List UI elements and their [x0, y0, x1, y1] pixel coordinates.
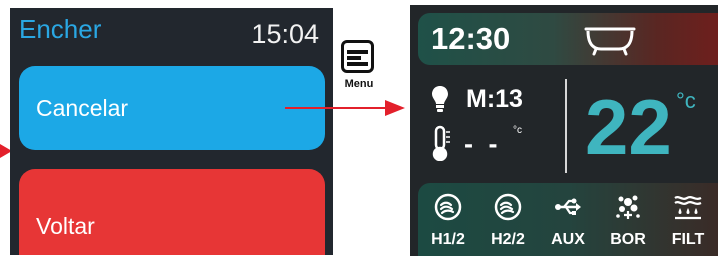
- clock-time: 12:30: [431, 21, 511, 56]
- menu-label: Menu: [344, 78, 374, 90]
- back-button-label: Voltar: [36, 212, 95, 239]
- bottom-item-h2[interactable]: H2/2: [478, 183, 538, 256]
- filter-waves-icon: [674, 196, 702, 220]
- bubbles-icon: [616, 195, 640, 219]
- bottom-bar: H1/2 H2/2 AUX BOR FILT: [418, 183, 718, 256]
- cancel-button-label: Cancelar: [36, 94, 129, 121]
- divider: [565, 79, 567, 173]
- water-temp-placeholder: - -: [464, 129, 502, 159]
- temperature-unit: °c: [676, 88, 696, 113]
- cancel-button[interactable]: Cancelar: [19, 66, 325, 150]
- bathtub-icon[interactable]: [583, 22, 637, 56]
- bottom-item-h1[interactable]: H1/2: [418, 183, 478, 256]
- right-screen: 12:30 M:13 - - °c 22 °c H1/2 H2/2 AUX BO…: [410, 5, 718, 256]
- temperature-value[interactable]: 22: [585, 88, 672, 166]
- bottom-item-label: H1/2: [431, 231, 465, 248]
- bottom-item-filt[interactable]: FILT: [658, 183, 718, 256]
- bottom-item-aux[interactable]: AUX: [538, 183, 598, 256]
- bottom-item-label: FILT: [671, 231, 705, 248]
- menu-button[interactable]: Menu: [337, 40, 381, 92]
- menu-icon: [341, 40, 374, 73]
- status-panel: M:13 - - °c 22 °c: [418, 73, 718, 175]
- bottom-item-bor[interactable]: BOR: [598, 183, 658, 256]
- clock-time: 15:04: [251, 19, 319, 49]
- bottom-item-label: AUX: [551, 231, 585, 248]
- light-bulb-icon[interactable]: [431, 85, 449, 113]
- arrow-right-icon: [285, 100, 405, 116]
- aux-usb-icon: [555, 198, 581, 215]
- bottom-item-label: H2/2: [491, 231, 525, 248]
- left-screen: Encher 15:04 Cancelar Voltar: [10, 8, 333, 255]
- stage: Encher 15:04 Cancelar Voltar Menu 12:30: [0, 0, 718, 256]
- light-mode-value: M:13: [466, 85, 523, 113]
- small-temp-unit: °c: [513, 125, 522, 136]
- bottom-item-label: BOR: [610, 231, 646, 248]
- jet-swirl-icon: [494, 193, 522, 221]
- top-bar: 12:30: [418, 13, 718, 65]
- page-title: Encher: [19, 14, 102, 44]
- back-button[interactable]: Voltar: [19, 169, 325, 255]
- jet-swirl-icon: [434, 193, 462, 221]
- thermometer-icon: [432, 125, 450, 161]
